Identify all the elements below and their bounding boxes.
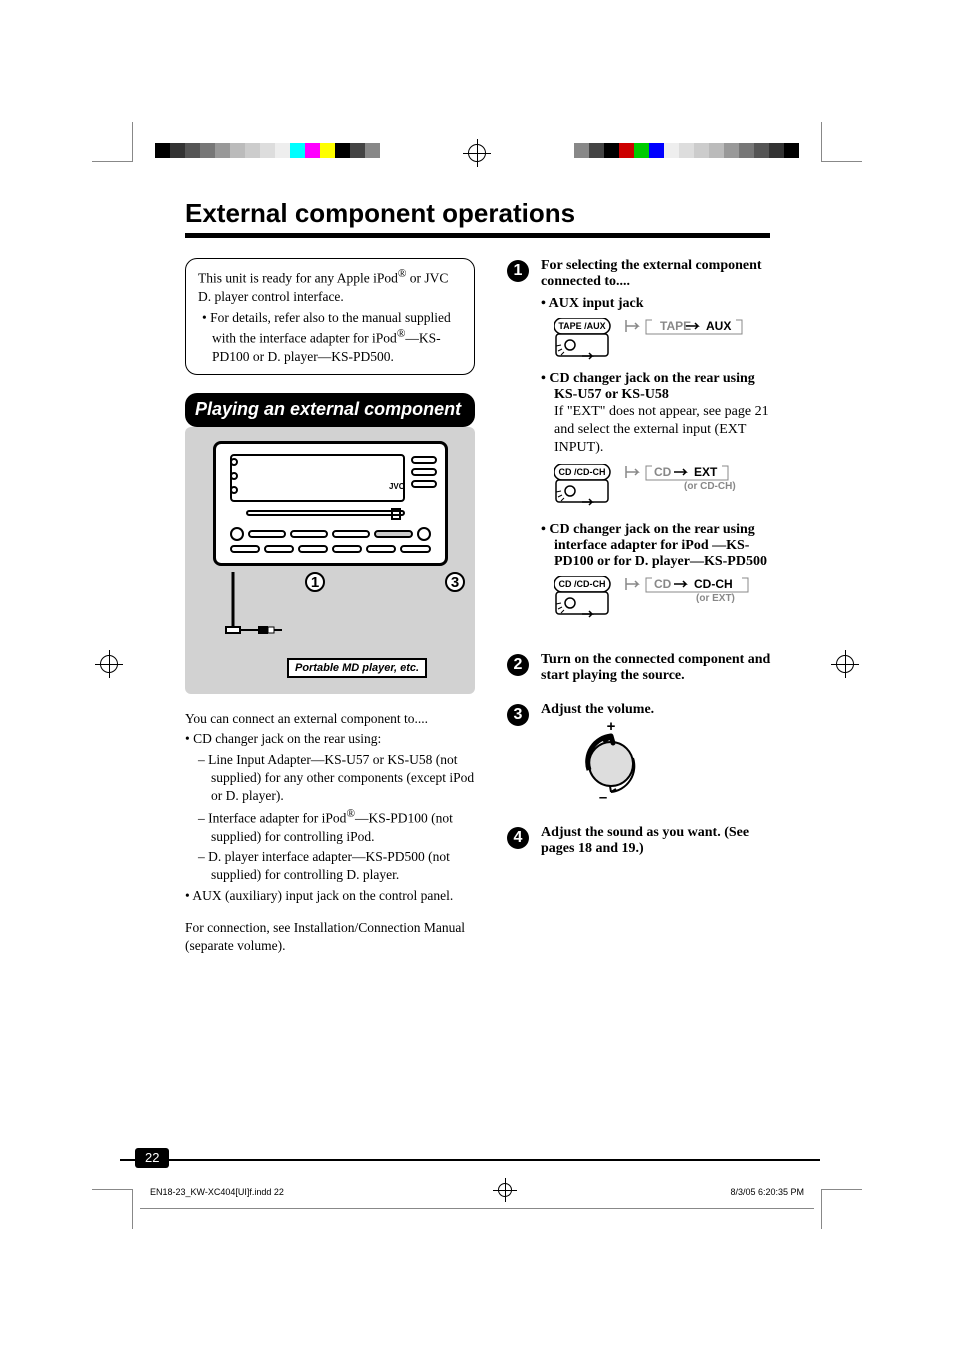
svg-text:CD-CH: CD-CH — [694, 577, 733, 591]
step3-text: Adjust the volume. — [541, 702, 774, 718]
print-footer: EN18-23_KW-XC404[UI]f.indd 22 8/3/05 6:2… — [150, 1183, 804, 1201]
step1-bullet-cd-ext: • CD changer jack on the rear using KS-U… — [541, 371, 774, 403]
flow-cd-ext-icon: CD /CD-CH CD EXT (or CD-CH) — [554, 464, 774, 514]
step-number-4: 4 — [507, 827, 529, 849]
svg-text:(or CD-CH): (or CD-CH) — [684, 481, 736, 492]
svg-text:(or EXT): (or EXT) — [696, 593, 735, 604]
stereo-figure: JVC 1 3 — [185, 427, 475, 694]
svg-text:AUX: AUX — [706, 319, 731, 333]
step1-title: For selecting the external component con… — [541, 258, 774, 290]
registration-mark-icon — [100, 655, 118, 673]
flow-cd-cdch-icon: CD /CD-CH CD CD-CH (or EXT) — [554, 576, 774, 626]
svg-text:–: – — [599, 789, 607, 802]
figure-callout-3: 3 — [445, 572, 465, 592]
step4-text: Adjust the sound as you want. (See pages… — [541, 825, 774, 857]
page-number: 22 — [135, 1148, 169, 1168]
step2-text: Turn on the connected component and star… — [541, 652, 774, 684]
color-bar-left — [155, 143, 380, 158]
md-player-label: Portable MD player, etc. — [287, 658, 427, 678]
svg-text:CD: CD — [654, 465, 672, 479]
step1-bullet-cd-ext-note: If "EXT" does not appear, see page 21 an… — [541, 403, 774, 458]
registration-mark-icon — [468, 144, 486, 162]
svg-text:+: + — [607, 722, 616, 735]
svg-text:CD /CD-CH: CD /CD-CH — [559, 579, 606, 589]
cable-icon — [223, 572, 293, 647]
figure-callout-1: 1 — [305, 572, 325, 592]
step-number-2: 2 — [507, 654, 529, 676]
step1-bullet-aux: • AUX input jack — [541, 296, 774, 312]
step-number-1: 1 — [507, 260, 529, 282]
registration-mark-icon — [498, 1183, 512, 1197]
flow-tape-aux-icon: TAPE /AUX TAPE AUX — [554, 318, 774, 363]
connection-text: You can connect an external component to… — [185, 710, 475, 955]
step-number-3: 3 — [507, 704, 529, 726]
volume-knob-icon: + – — [571, 722, 651, 802]
color-bar-right — [574, 143, 799, 158]
footer-filename: EN18-23_KW-XC404[UI]f.indd 22 — [150, 1187, 284, 1197]
svg-text:CD: CD — [654, 577, 672, 591]
intro-callout: This unit is ready for any Apple iPod® o… — [185, 258, 475, 375]
page-title: External component operations — [185, 198, 770, 229]
section-subheading: Playing an external component — [185, 393, 475, 427]
svg-text:CD /CD-CH: CD /CD-CH — [559, 467, 606, 477]
footer-date: 8/3/05 6:20:35 PM — [730, 1187, 804, 1197]
registration-mark-icon — [836, 655, 854, 673]
svg-text:TAPE /AUX: TAPE /AUX — [558, 321, 605, 331]
svg-text:EXT: EXT — [694, 465, 718, 479]
step1-bullet-cd-cdch: • CD changer jack on the rear using inte… — [541, 522, 774, 570]
